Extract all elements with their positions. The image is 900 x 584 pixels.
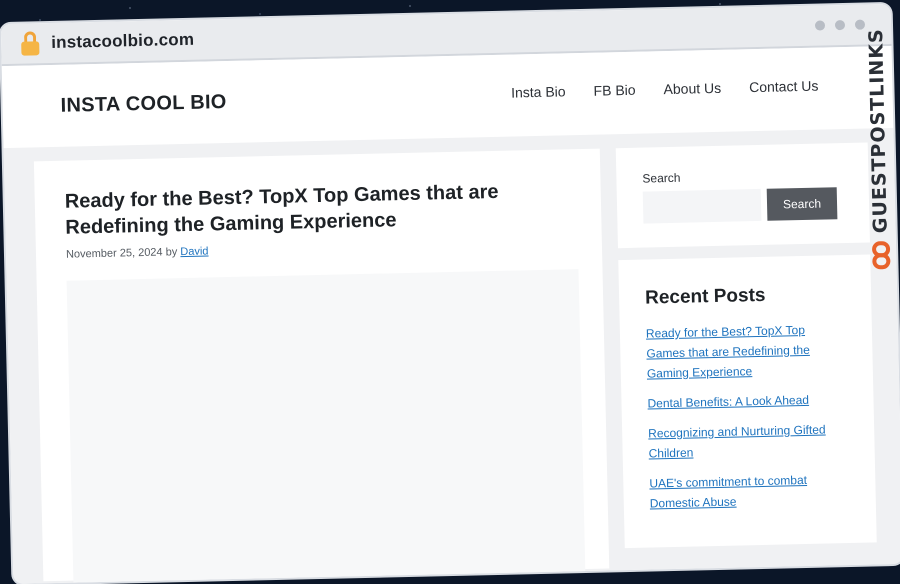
recent-post-link[interactable]: UAE's commitment to combat Domestic Abus… xyxy=(649,473,807,511)
search-input[interactable] xyxy=(642,188,762,224)
post-author-link[interactable]: David xyxy=(180,245,208,258)
recent-post-link[interactable]: Dental Benefits: A Look Ahead xyxy=(647,393,809,411)
window-dot-icon[interactable] xyxy=(834,19,846,31)
recent-posts-list: Ready for the Best? TopX Top Games that … xyxy=(646,319,850,513)
recent-post-link[interactable]: Ready for the Best? TopX Top Games that … xyxy=(646,323,810,381)
screenshot-stage: instacoolbio.com INSTA COOL BIO Insta Bi… xyxy=(0,0,900,584)
guestpostlinks-watermark: GUESTPOSTLINKS xyxy=(859,28,898,270)
nav-item-insta-bio[interactable]: Insta Bio xyxy=(511,83,566,100)
window-dot-icon[interactable] xyxy=(814,20,826,31)
list-item: Ready for the Best? TopX Top Games that … xyxy=(646,319,847,384)
post-date: November 25, 2024 xyxy=(65,246,163,261)
search-button[interactable]: Search xyxy=(766,187,838,221)
post-meta: November 25, 2024 by David xyxy=(66,237,572,260)
url-text[interactable]: instacoolbio.com xyxy=(51,30,194,53)
search-label: Search xyxy=(642,170,681,186)
window-controls xyxy=(814,19,866,31)
nav-item-contact-us[interactable]: Contact Us xyxy=(749,78,819,96)
lock-icon xyxy=(21,31,40,56)
list-item: Recognizing and Nurturing Gifted Childre… xyxy=(648,419,849,464)
nav-item-fb-bio[interactable]: FB Bio xyxy=(593,82,635,99)
recent-posts-widget: Recent Posts Ready for the Best? TopX To… xyxy=(618,254,877,549)
content-area: Ready for the Best? TopX Top Games that … xyxy=(3,127,900,584)
site-title[interactable]: INSTA COOL BIO xyxy=(60,91,227,118)
article-card: Ready for the Best? TopX Top Games that … xyxy=(33,148,610,584)
recent-post-link[interactable]: Recognizing and Nurturing Gifted Childre… xyxy=(648,423,826,461)
list-item: UAE's commitment to combat Domestic Abus… xyxy=(649,469,850,514)
recent-posts-title: Recent Posts xyxy=(644,284,766,309)
search-widget: Search Search xyxy=(615,142,870,249)
nav-item-about-us[interactable]: About Us xyxy=(663,80,721,97)
chain-link-icon xyxy=(870,240,893,270)
browser-window: instacoolbio.com INSTA COOL BIO Insta Bi… xyxy=(0,3,900,584)
search-row: Search xyxy=(642,187,844,224)
featured-image-placeholder xyxy=(66,269,586,584)
watermark-text: GUESTPOSTLINKS xyxy=(865,28,892,234)
main-nav: Insta Bio FB Bio About Us Contact Us xyxy=(511,78,819,101)
post-title[interactable]: Ready for the Best? TopX Top Games that … xyxy=(65,178,536,241)
post-by: by xyxy=(165,246,178,259)
sidebar: Search Search Recent Posts Ready for the… xyxy=(615,142,877,560)
list-item: Dental Benefits: A Look Ahead xyxy=(647,389,847,414)
